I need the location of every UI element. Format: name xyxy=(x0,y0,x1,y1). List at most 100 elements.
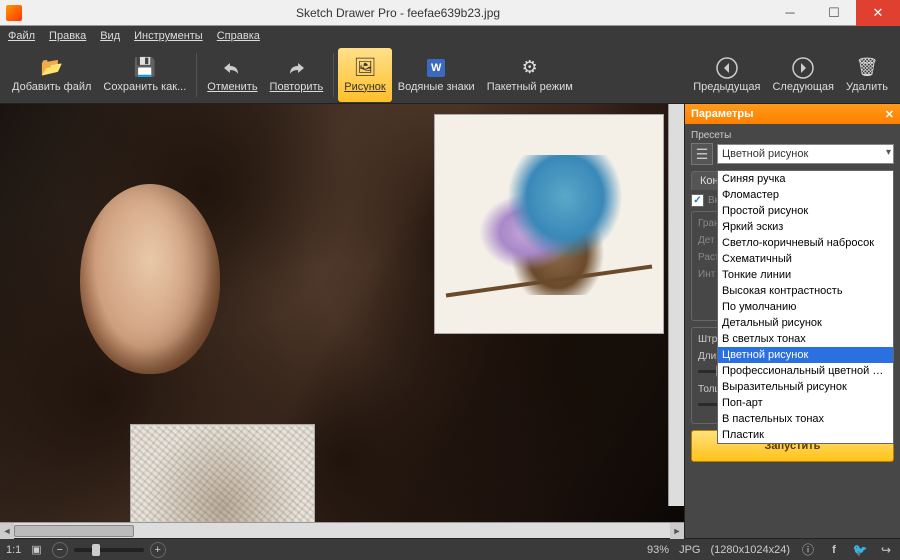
minimize-button[interactable]: ─ xyxy=(768,0,812,26)
prev-label: Предыдущая xyxy=(693,81,760,93)
undo-icon xyxy=(221,57,243,79)
delete-label: Удалить xyxy=(846,81,888,93)
sliders-icon[interactable]: ☰ xyxy=(691,143,713,165)
image-content xyxy=(80,184,220,374)
share-icon[interactable]: ↪ xyxy=(878,542,894,558)
preset-option[interactable]: Пластик xyxy=(718,427,893,443)
app-icon xyxy=(6,5,22,21)
vertical-scrollbar[interactable] xyxy=(668,104,684,506)
panel-header: Параметры ✕ xyxy=(685,104,900,124)
maximize-button[interactable]: ☐ xyxy=(812,0,856,26)
parameters-panel: Параметры ✕ Пресеты ☰ Цветной рисунок ▾ … xyxy=(684,104,900,538)
menu-view[interactable]: Вид xyxy=(100,30,120,42)
preset-option[interactable]: Поп-арт xyxy=(718,395,893,411)
preview-inset-sketch xyxy=(130,424,315,522)
twitter-icon[interactable]: 🐦 xyxy=(852,542,868,558)
info-icon[interactable]: ⓘ xyxy=(800,542,816,558)
folder-open-icon: 📂 xyxy=(41,57,63,79)
preset-option[interactable]: Схематичный xyxy=(718,251,893,267)
preset-option[interactable]: Детальный рисунок xyxy=(718,315,893,331)
batch-label: Пакетный режим xyxy=(487,81,573,93)
prev-icon xyxy=(716,57,738,79)
add-file-button[interactable]: 📂 Добавить файл xyxy=(6,48,97,102)
zoom-controls: − + xyxy=(52,542,166,558)
undo-label: Отменить xyxy=(207,81,257,93)
panel-title: Параметры xyxy=(691,108,753,120)
preset-option[interactable]: Высокая контрастность xyxy=(718,283,893,299)
scroll-thumb[interactable] xyxy=(14,525,134,537)
preset-option[interactable]: В светлых тонах xyxy=(718,331,893,347)
watermarks-label: Водяные знаки xyxy=(398,81,475,93)
redo-button[interactable]: Повторить xyxy=(264,48,330,102)
main-area: ◄ ► Параметры ✕ Пресеты ☰ Цветной рисуно… xyxy=(0,104,900,538)
window-controls: ─ ☐ ✕ xyxy=(768,0,900,26)
watermark-icon: W xyxy=(425,57,447,79)
menu-help[interactable]: Справка xyxy=(217,30,260,42)
preset-row: ☰ Цветной рисунок ▾ xyxy=(691,143,894,165)
watermarks-button[interactable]: W Водяные знаки xyxy=(392,48,481,102)
preset-option[interactable]: Выразительный рисунок xyxy=(718,379,893,395)
canvas-area: ◄ ► xyxy=(0,104,684,538)
zoom-thumb[interactable] xyxy=(92,544,100,556)
close-button[interactable]: ✕ xyxy=(856,0,900,26)
preset-option[interactable]: Синяя ручка xyxy=(718,171,893,187)
next-button[interactable]: Следующая xyxy=(766,48,840,102)
canvas[interactable] xyxy=(0,104,684,522)
zoom-slider[interactable] xyxy=(74,548,144,552)
panel-close-icon[interactable]: ✕ xyxy=(885,108,894,121)
save-icon: 💾 xyxy=(134,57,156,79)
preset-option[interactable]: Фломастер xyxy=(718,187,893,203)
scroll-right-arrow[interactable]: ► xyxy=(670,523,684,539)
separator xyxy=(196,53,197,97)
picture-button[interactable]: 🖼 Рисунок xyxy=(338,48,392,102)
facebook-icon[interactable]: f xyxy=(826,542,842,558)
image-dimensions: (1280x1024x24) xyxy=(710,544,790,556)
add-file-label: Добавить файл xyxy=(12,81,91,93)
undo-button[interactable]: Отменить xyxy=(201,48,263,102)
next-icon xyxy=(792,57,814,79)
menu-file[interactable]: Файл xyxy=(8,30,35,42)
picture-icon: 🖼 xyxy=(354,57,376,79)
preset-option[interactable]: Простой рисунок xyxy=(718,203,893,219)
preset-option[interactable]: Яркий эскиз xyxy=(718,219,893,235)
menu-edit[interactable]: Правка xyxy=(49,30,86,42)
preset-dropdown[interactable]: Синяя ручкаФломастерПростой рисунокЯркий… xyxy=(717,170,894,444)
panel-body: Пресеты ☰ Цветной рисунок ▾ Контур ✓ Вкл… xyxy=(685,124,900,538)
save-as-label: Сохранить как... xyxy=(103,81,186,93)
preset-combo[interactable]: Цветной рисунок ▾ xyxy=(717,144,894,164)
prev-button[interactable]: Предыдущая xyxy=(687,48,766,102)
preset-option[interactable]: Светло-коричневый набросок xyxy=(718,235,893,251)
zoom-percent: 93% xyxy=(647,544,669,556)
preset-option[interactable]: В пастельных тонах xyxy=(718,411,893,427)
trash-icon: 🗑 xyxy=(856,57,878,79)
preset-option[interactable]: Профессиональный цветной набросок xyxy=(718,363,893,379)
preset-option[interactable]: Тонкие линии xyxy=(718,267,893,283)
zoom-in-button[interactable]: + xyxy=(150,542,166,558)
picture-label: Рисунок xyxy=(344,81,386,93)
redo-label: Повторить xyxy=(270,81,324,93)
horizontal-scrollbar[interactable]: ◄ ► xyxy=(0,522,684,538)
save-as-button[interactable]: 💾 Сохранить как... xyxy=(97,48,192,102)
window-title: Sketch Drawer Pro - feefae639b23.jpg xyxy=(28,6,768,20)
chevron-down-icon: ▾ xyxy=(886,147,891,158)
toolbar: 📂 Добавить файл 💾 Сохранить как... Отмен… xyxy=(0,46,900,104)
preset-selected: Цветной рисунок xyxy=(722,148,808,160)
zoom-out-button[interactable]: − xyxy=(52,542,68,558)
preset-option[interactable]: По умолчанию xyxy=(718,299,893,315)
fit-screen-icon[interactable]: ▣ xyxy=(31,543,41,556)
next-label: Следующая xyxy=(772,81,834,93)
scroll-left-arrow[interactable]: ◄ xyxy=(0,523,14,539)
statusbar: 1:1 ▣ − + 93% JPG (1280x1024x24) ⓘ f 🐦 ↪ xyxy=(0,538,900,560)
menubar: Файл Правка Вид Инструменты Справка xyxy=(0,26,900,46)
delete-button[interactable]: 🗑 Удалить xyxy=(840,48,894,102)
redo-icon xyxy=(285,57,307,79)
preview-inset-bird xyxy=(434,114,664,334)
batch-button[interactable]: ⚙ Пакетный режим xyxy=(481,48,579,102)
preset-option[interactable]: Цветной рисунок xyxy=(718,347,893,363)
presets-label: Пресеты xyxy=(691,130,894,141)
separator xyxy=(333,53,334,97)
zoom-ratio[interactable]: 1:1 xyxy=(6,544,21,556)
menu-tools[interactable]: Инструменты xyxy=(134,30,203,42)
titlebar: Sketch Drawer Pro - feefae639b23.jpg ─ ☐… xyxy=(0,0,900,26)
gears-icon: ⚙ xyxy=(519,57,541,79)
